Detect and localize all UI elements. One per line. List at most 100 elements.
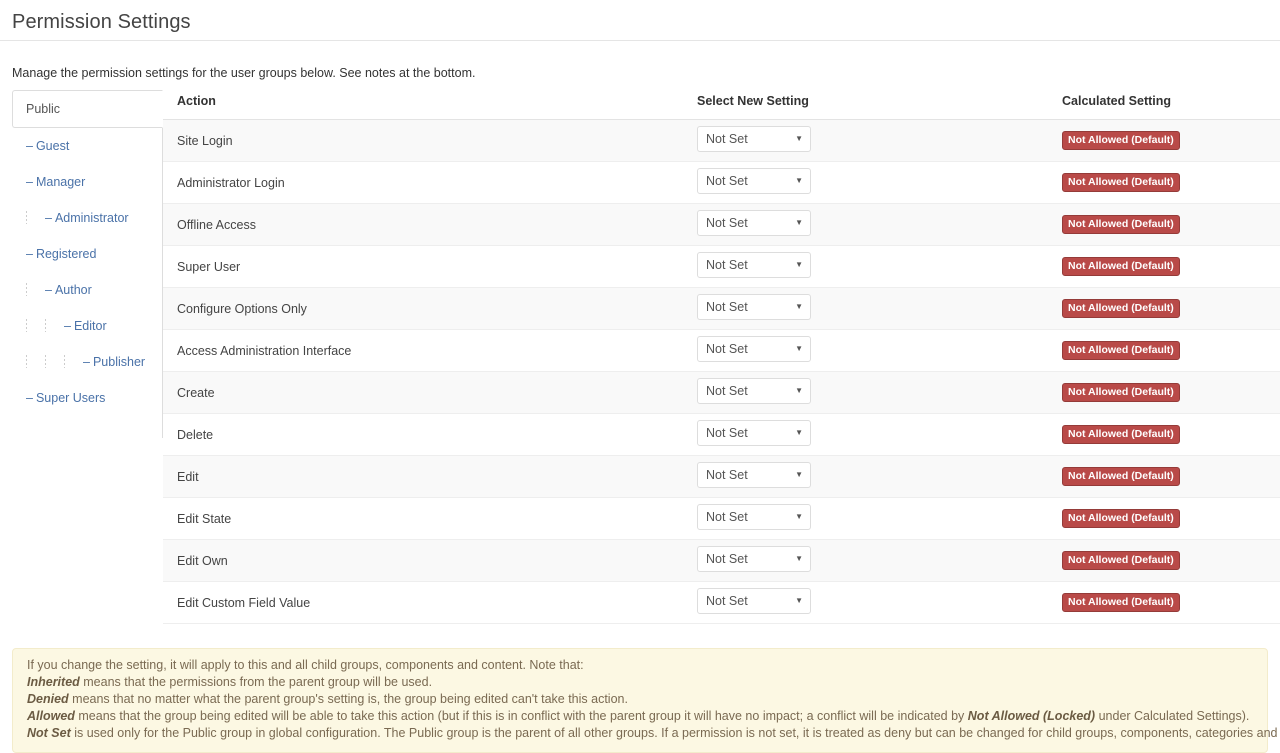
setting-select-value: Not Set	[706, 342, 748, 356]
tab-dash: –	[26, 391, 33, 405]
cell-select-new-setting: Not Set ▼	[683, 498, 1048, 540]
cell-select-new-setting: Not Set▼	[683, 330, 1048, 372]
note-line-inherited: Inherited means that the permissions fro…	[27, 674, 1253, 691]
cell-select-new-setting: Not Set▼	[683, 162, 1048, 204]
note-term-not-set: Not Set	[27, 726, 71, 740]
permissions-table-container: Action Select New Setting Calculated Set…	[163, 90, 1280, 624]
status-badge: Not Allowed (Default)	[1062, 593, 1180, 612]
cell-action: Offline Access	[163, 204, 683, 246]
table-row: Edit OwnNot Set▼Not Allowed (Default)	[163, 540, 1280, 582]
cell-action: Administrator Login	[163, 162, 683, 204]
tab-indent-guide-icon	[45, 355, 46, 368]
note-term-inherited: Inherited	[27, 675, 80, 689]
note-text-allowed-a: means that the group being edited will b…	[75, 709, 968, 723]
chevron-down-icon: ▼	[795, 261, 803, 269]
cell-select-new-setting: Not Set ▼	[683, 414, 1048, 456]
setting-select[interactable]: Not Set▼	[697, 336, 811, 362]
chevron-down-icon: ▼	[795, 387, 803, 395]
tab-indent-guide-icon	[45, 319, 46, 332]
setting-select-value: Not Set	[706, 258, 748, 272]
setting-select-value: Not Set	[706, 216, 748, 230]
setting-select[interactable]: Not Set ▼	[697, 504, 811, 530]
setting-select[interactable]: Not Set ▼	[697, 420, 811, 446]
table-row: Configure Options OnlyNot Set▼Not Allowe…	[163, 288, 1280, 330]
cell-calculated-setting: Not Allowed (Default)	[1048, 330, 1280, 372]
cell-select-new-setting: Not Set▼	[683, 288, 1048, 330]
table-row: Access Administration InterfaceNot Set▼N…	[163, 330, 1280, 372]
note-line-1: If you change the setting, it will apply…	[27, 657, 1253, 674]
setting-select[interactable]: Not Set▼	[697, 546, 811, 572]
table-row: Site Login Not Set▼ Not Allowed (Default)	[163, 120, 1280, 162]
notes-panel: If you change the setting, it will apply…	[12, 648, 1268, 753]
table-row: Edit StateNot Set▼Not Allowed (Default)	[163, 498, 1280, 540]
cell-action: Create	[163, 372, 683, 414]
tab-indent-guide-icon	[26, 211, 27, 224]
setting-select[interactable]: Not Set▼	[697, 294, 811, 320]
cell-action: Delete	[163, 414, 683, 456]
setting-select[interactable]: Not Set▼	[697, 210, 811, 236]
cell-select-new-setting: Not Set▼	[683, 204, 1048, 246]
tab-editor[interactable]: –Editor	[12, 308, 162, 344]
cell-calculated-setting: Not Allowed (Default)	[1048, 372, 1280, 414]
note-term-allowed: Allowed	[27, 709, 75, 723]
note-text-denied: means that no matter what the parent gro…	[69, 692, 628, 706]
permissions-table-head: Action Select New Setting Calculated Set…	[163, 90, 1280, 120]
setting-select[interactable]: Not Set▼	[697, 378, 811, 404]
note-line-denied: Denied means that no matter what the par…	[27, 691, 1253, 708]
tab-author[interactable]: –Author	[12, 272, 162, 308]
table-row: Offline AccessNot Set▼Not Allowed (Defau…	[163, 204, 1280, 246]
tab-super-users[interactable]: –Super Users	[12, 380, 162, 416]
tab-indent-guide-icon	[26, 319, 27, 332]
setting-select[interactable]: Not Set▼	[697, 168, 811, 194]
setting-select[interactable]: Not Set ▼	[697, 252, 811, 278]
cell-action: Configure Options Only	[163, 288, 683, 330]
cell-calculated-setting: Not Allowed (Default)	[1048, 246, 1280, 288]
cell-select-new-setting: Not Set▼	[683, 540, 1048, 582]
user-group-tab-list: Public–Guest–Manager–Administrator–Regis…	[12, 90, 163, 438]
cell-calculated-setting: Not Allowed (Default)	[1048, 120, 1280, 162]
tab-dash: –	[26, 139, 33, 153]
status-badge: Not Allowed (Default)	[1062, 341, 1180, 360]
setting-select-value: Not Set	[706, 510, 748, 524]
tab-administrator[interactable]: –Administrator	[12, 200, 162, 236]
intro-description: Manage the permission settings for the u…	[0, 41, 1280, 80]
setting-select-value: Not Set	[706, 426, 748, 440]
cell-select-new-setting: Not Set ▼	[683, 246, 1048, 288]
chevron-down-icon: ▼	[795, 597, 803, 605]
setting-select-value: Not Set	[706, 174, 748, 188]
table-row: Super User Not Set ▼ Not Allowed (Default)	[163, 246, 1280, 288]
chevron-down-icon: ▼	[795, 429, 803, 437]
cell-action: Edit State	[163, 498, 683, 540]
table-row: DeleteNot Set▼Not Allowed (Default)	[163, 414, 1280, 456]
header-action: Action	[163, 90, 683, 120]
tab-label: Registered	[36, 247, 96, 261]
cell-select-new-setting: Not Set▼	[683, 582, 1048, 624]
cell-action: Super User	[163, 246, 683, 288]
tab-publisher[interactable]: –Publisher	[12, 344, 162, 380]
setting-select[interactable]: Not Set▼	[697, 588, 811, 614]
note-text-allowed-b: under Calculated Settings).	[1095, 709, 1249, 723]
status-badge: Not Allowed (Default)	[1062, 551, 1180, 570]
tab-guest[interactable]: –Guest	[12, 128, 162, 164]
tab-dash: –	[45, 211, 52, 225]
setting-select[interactable]: Not Set▼	[697, 126, 811, 152]
tab-dash: –	[64, 319, 71, 333]
page-title: Permission Settings	[12, 8, 1280, 36]
tab-manager[interactable]: –Manager	[12, 164, 162, 200]
tab-public[interactable]: Public	[12, 90, 163, 128]
tab-label: Manager	[36, 175, 85, 189]
permissions-table-body: Site LoginNot Set▼Not Allowed (Default)A…	[163, 120, 1280, 624]
cell-action: Site Login	[163, 120, 683, 162]
tab-label: Administrator	[55, 211, 129, 225]
tab-label: Public	[26, 102, 60, 116]
setting-select[interactable]: Not Set▼	[697, 462, 811, 488]
chevron-down-icon: ▼	[795, 513, 803, 521]
status-badge: Not Allowed (Default)	[1062, 131, 1180, 150]
tab-registered[interactable]: –Registered	[12, 236, 162, 272]
note-term-denied: Denied	[27, 692, 69, 706]
status-badge: Not Allowed (Default)	[1062, 257, 1180, 276]
tab-label: Author	[55, 283, 92, 297]
note-emph-not-allowed-locked: Not Allowed (Locked)	[968, 709, 1095, 723]
status-badge: Not Allowed (Default)	[1062, 173, 1180, 192]
tab-dash: –	[45, 283, 52, 297]
